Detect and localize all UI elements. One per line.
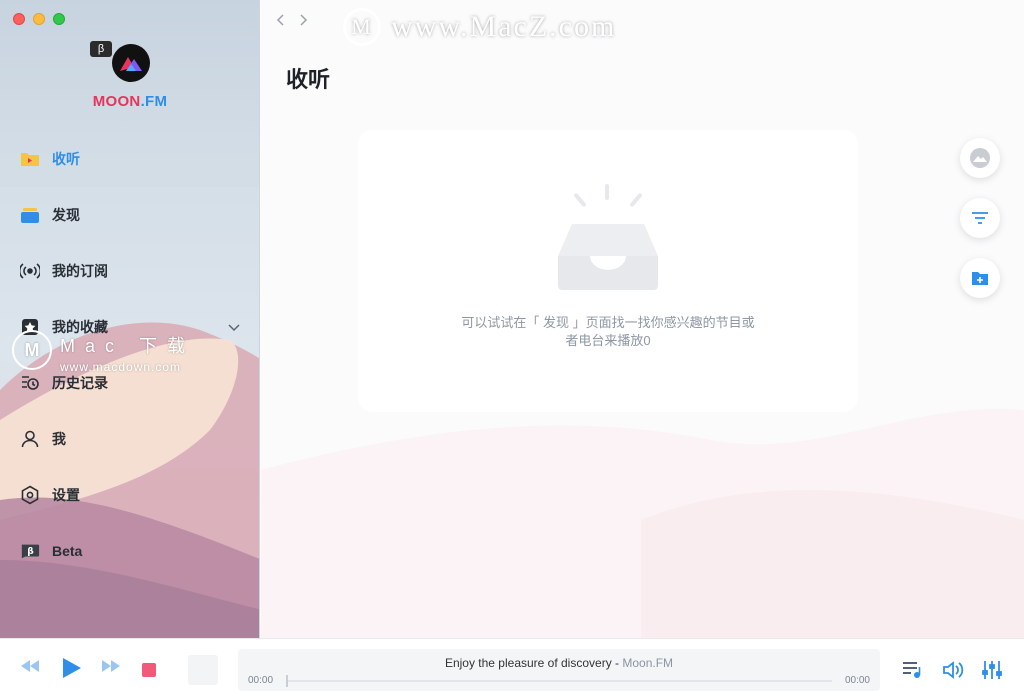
app-name: MOON.FM: [0, 93, 259, 110]
filter-button[interactable]: [960, 198, 1000, 238]
sidebar-item-label: 发现: [52, 207, 80, 223]
equalizer-icon: [982, 661, 1002, 679]
main-content: M www.MacZ.com 收听 可以试试在「 发现 」页面找一找你感兴趣的节…: [261, 0, 1024, 638]
episode-artwork[interactable]: [188, 655, 218, 685]
image-view-button[interactable]: [960, 138, 1000, 178]
beta-badge: β: [90, 41, 112, 57]
sidebar-item-listen[interactable]: 收听: [0, 131, 259, 187]
sidebar-item-label: 我: [52, 431, 66, 447]
sidebar-item-discover[interactable]: 发现: [0, 187, 259, 243]
play-icon: [63, 658, 81, 678]
now-playing-brand: Moon.FM: [622, 656, 674, 670]
window-controls: [13, 13, 65, 25]
moonfm-logo-icon: [112, 44, 150, 82]
empty-state-line-1: 可以试试在「 发现 」页面找一找你感兴趣的节目或: [461, 315, 755, 330]
player-bar: Enjoy the pleasure of discovery - Moon.F…: [0, 638, 1024, 700]
rewind-icon: [21, 660, 39, 672]
play-button[interactable]: [60, 657, 82, 679]
empty-state-line-2: 者电台来播放0: [565, 333, 651, 348]
empty-inbox-icon: [558, 184, 658, 290]
discover-stack-icon: [20, 205, 40, 225]
sidebar-item-settings[interactable]: 设置: [0, 467, 259, 523]
folder-icon: [20, 149, 40, 169]
rewind-button[interactable]: [20, 659, 40, 673]
app-window: β MOON.FM 收听 发现 我的订阅 我的收藏 历史记录 我 设置 β Be…: [0, 0, 1024, 700]
equalizer-button[interactable]: [982, 660, 1002, 680]
sidebar-item-label: 历史记录: [52, 375, 108, 391]
progress-area: Enjoy the pleasure of discovery - Moon.F…: [238, 649, 880, 691]
maximize-window-button[interactable]: [53, 13, 65, 25]
add-folder-icon: [972, 272, 988, 285]
watermark-macz: M www.MacZ.com: [343, 8, 616, 46]
app-name-moon: MOON: [92, 93, 141, 110]
stop-icon: [142, 663, 156, 677]
watermark-macdown: M Mac 下载 www.macdown.com: [12, 330, 195, 374]
sidebar-item-label: 设置: [52, 487, 80, 503]
history-icon: [20, 373, 40, 393]
chevron-down-icon[interactable]: [228, 319, 240, 335]
playlist-icon: [903, 662, 921, 678]
app-name-fm: .FM: [140, 93, 168, 110]
empty-state-card: 可以试试在「 发现 」页面找一找你感兴趣的节目或 者电台来播放0: [358, 130, 858, 412]
volume-button[interactable]: [942, 661, 964, 679]
watermark-text: www.MacZ.com: [391, 10, 617, 43]
progress-handle[interactable]: [286, 675, 288, 687]
now-playing-title: Enjoy the pleasure of discovery -: [444, 656, 623, 670]
svg-text:β: β: [27, 547, 34, 557]
watermark-logo: M: [343, 8, 381, 46]
watermark-subtext: www.macdown.com: [60, 360, 182, 374]
sidebar-item-me[interactable]: 我: [0, 411, 259, 467]
total-time: 00:00: [844, 675, 870, 686]
image-mountain-icon: [970, 148, 990, 168]
current-time: 00:00: [248, 675, 274, 686]
playlist-button[interactable]: [902, 661, 922, 679]
app-logo: β MOON.FM: [0, 40, 259, 120]
close-window-button[interactable]: [13, 13, 25, 25]
sidebar: β MOON.FM 收听 发现 我的订阅 我的收藏 历史记录 我 设置 β Be…: [0, 0, 260, 638]
speaker-icon: [943, 661, 964, 679]
now-playing-text: Enjoy the pleasure of discovery - Moon.F…: [238, 656, 880, 670]
beta-icon: β: [20, 541, 40, 561]
watermark-logo: M: [12, 330, 52, 370]
user-icon: [20, 429, 40, 449]
watermark-text: Mac 下载: [60, 336, 196, 356]
progress-track[interactable]: [286, 680, 832, 682]
sidebar-item-label: Beta: [52, 543, 83, 559]
stop-button[interactable]: [142, 663, 156, 677]
sidebar-item-beta[interactable]: β Beta: [0, 523, 259, 579]
forward-arrow-icon[interactable]: [297, 12, 311, 28]
sidebar-item-label: 收听: [52, 151, 80, 167]
empty-state-message: 可以试试在「 发现 」页面找一找你感兴趣的节目或 者电台来播放0: [418, 314, 798, 350]
back-arrow-icon[interactable]: [273, 12, 287, 28]
fast-forward-button[interactable]: [101, 659, 121, 673]
sidebar-item-label: 我的订阅: [52, 263, 108, 279]
add-folder-button[interactable]: [960, 258, 1000, 298]
fast-forward-icon: [102, 660, 120, 672]
sidebar-item-subscriptions[interactable]: 我的订阅: [0, 243, 259, 299]
broadcast-icon: [20, 261, 40, 281]
filter-icon: [972, 212, 988, 224]
history-navigation: [273, 12, 311, 28]
settings-hex-icon: [20, 485, 40, 505]
minimize-window-button[interactable]: [33, 13, 45, 25]
page-title: 收听: [286, 67, 331, 92]
